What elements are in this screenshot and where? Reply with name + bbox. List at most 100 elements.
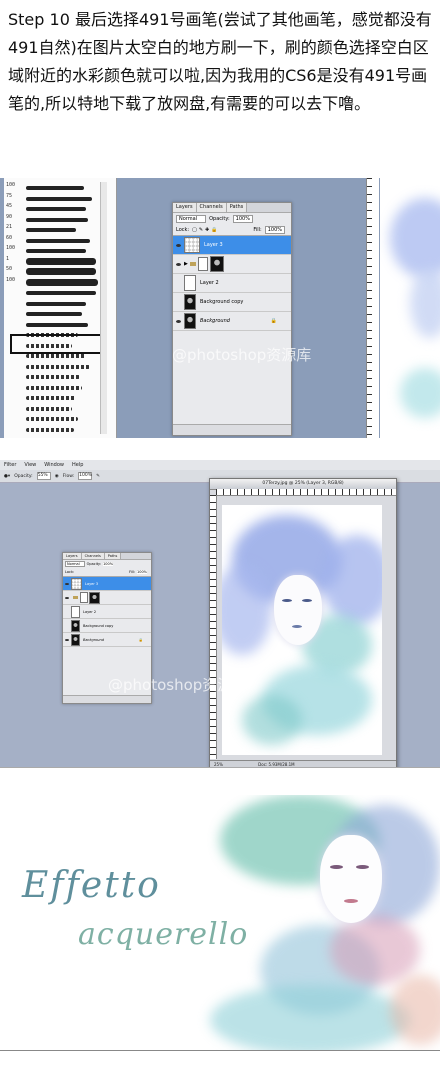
portrait-eye-right [356,865,369,869]
brush-picker-icon[interactable]: ●▾ [4,474,10,479]
fill-label: Fill: [129,570,135,574]
layer-row-background[interactable]: Background 🔒 [63,633,151,647]
tab-layers[interactable]: Layers [173,203,197,212]
menu-bar: Filter View Window Help [0,460,440,470]
options-flow-value[interactable]: 100% [78,472,93,480]
tab-paths[interactable]: Paths [226,203,248,212]
layer-row-group[interactable] [63,591,151,605]
brush-stroke-preview [26,301,86,306]
layer-name: Layer 3 [85,581,99,586]
layer-row-background-copy[interactable]: Background copy [63,619,151,633]
final-artwork: Effetto acquerello [0,795,440,1051]
document-canvas[interactable] [222,505,382,755]
tab-channels[interactable]: Channels [81,553,105,559]
watermark: @photoshop资源库 [108,676,248,694]
eye-icon[interactable] [65,582,69,585]
lock-label: Lock: [176,226,190,233]
brush-size-label: 60 [6,234,13,241]
menu-view[interactable]: View [20,462,40,468]
layer-thumbnail [184,275,196,291]
layer-row-layer-2[interactable]: Layer 2 [63,605,151,619]
brush-size-label: 45 [6,203,13,209]
document-window[interactable]: 07Terzy.jpg @ 25% (Layer 3, RGB/8) 25% D… [209,478,397,767]
blend-mode-select[interactable]: Normal [176,214,207,223]
portrait-lips [292,625,302,628]
layer-name: Background copy [200,299,244,305]
document-status-bar: 25% Doc: 5.93M/28.1M [210,760,396,767]
brush-stroke-preview [26,427,74,432]
menu-filter[interactable]: Filter [0,462,20,468]
brush-stroke-preview [26,268,96,275]
brush-stroke-preview [26,196,92,201]
layer-row-layer-3[interactable]: Layer 3 [173,236,291,255]
brush-size-label: 100 [6,245,16,251]
options-opacity-label: Opacity: [14,473,33,479]
opacity-value[interactable]: 100% [232,214,253,223]
selected-brush-491[interactable] [10,334,104,354]
doc-size: Doc: 5.93M/28.1M [258,762,295,767]
layer-name: Background [83,637,104,642]
tab-paths[interactable]: Paths [104,553,122,559]
brush-stroke-preview [26,228,76,232]
watermark: @photoshop资源库 [172,346,312,364]
brush-stroke-preview [26,278,98,286]
layer-row-background-copy[interactable]: Background copy [173,293,291,312]
screenshot-painting: Filter View Window Help ●▾ Opacity: 55% … [0,460,440,768]
brush-stroke-preview [26,417,78,421]
layer-row-layer-2[interactable]: Layer 2 [173,274,291,293]
layer-row-layer-3[interactable]: Layer 3 [63,577,151,591]
brush-panel-scrollbar[interactable] [100,182,107,434]
airbrush-icon[interactable]: ✎ [96,474,100,479]
layer-name: Background copy [83,623,114,628]
layer-thumbnail [80,592,88,603]
brush-stroke-preview [26,217,88,222]
portrait-face [320,835,382,923]
layer-row-group[interactable]: ▶ [173,255,291,274]
portrait-face [274,575,322,645]
layer-thumbnail [184,237,200,253]
blend-mode-select[interactable]: Normal [65,561,85,567]
brush-stroke-preview [26,364,90,369]
brush-stroke-preview [26,207,86,211]
tab-layers[interactable]: Layers [63,553,82,559]
layers-panel: Layers Channels Paths Normal Opacity: 10… [172,202,292,436]
zoom-level[interactable]: 25% [210,762,227,767]
eye-icon[interactable] [65,596,69,599]
eye-icon[interactable] [176,243,181,247]
horizontal-ruler [216,489,396,496]
lock-icons[interactable]: ▢✎✚🔒 [192,227,219,233]
layer-row-background[interactable]: Background 🔒 [173,312,291,331]
folder-icon [73,596,78,599]
brush-size-label: 75 [6,192,13,199]
layer-thumbnail [71,605,80,618]
brush-stroke-preview [26,396,76,400]
options-opacity-value[interactable]: 55% [36,472,51,480]
vertical-ruler [366,178,379,438]
fill-value[interactable]: 100% [136,570,147,574]
brush-stroke-preview [26,312,82,316]
brush-stroke-preview [26,322,88,327]
layer-name: Layer 3 [204,242,223,248]
opacity-label: Opacity: [86,562,102,566]
tutorial-caption: Step 10 最后选择491号画笔(尝试了其他画笔，感觉都没有491自然)在图… [8,10,432,113]
fill-value[interactable]: 100% [264,225,285,234]
portrait-lips [344,899,358,903]
folder-icon [189,262,196,266]
menu-help[interactable]: Help [68,462,87,468]
brush-stroke-preview [26,406,72,411]
tab-channels[interactable]: Channels [196,203,227,212]
opacity-label: Opacity: [209,215,230,222]
lock-icon: 🔒 [138,637,143,642]
layer-mask-thumbnail [89,591,100,604]
opacity-value[interactable]: 100% [103,562,114,566]
eye-icon[interactable] [176,262,181,266]
eye-icon[interactable] [176,319,181,323]
brush-stroke-preview [26,291,96,295]
eye-icon[interactable] [65,638,69,641]
brush-stroke-preview [26,186,84,190]
pressure-opacity-icon[interactable]: ◉ [55,474,59,479]
expand-arrow-icon[interactable]: ▶ [184,261,188,267]
layer-mask-thumbnail [209,256,224,272]
menu-window[interactable]: Window [40,462,68,468]
layer-thumbnail [197,257,208,271]
